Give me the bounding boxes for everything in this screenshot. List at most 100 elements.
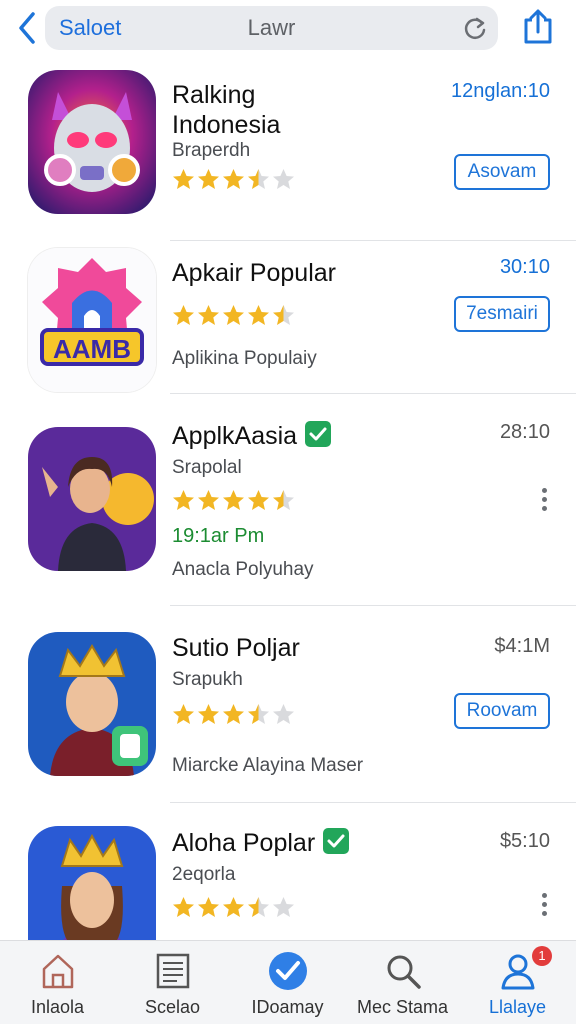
app-subtitle: Braperdh — [172, 140, 251, 161]
crowned-character-icon — [28, 632, 156, 776]
divider — [170, 605, 576, 606]
star-icon — [273, 897, 294, 917]
verified-badge-icon — [323, 828, 350, 854]
tab-label: Inlaola — [30, 997, 85, 1017]
app-icon-hero[interactable] — [28, 427, 156, 571]
app-row[interactable]: Aloha Poplar 2eqorla $5:10 — [0, 804, 576, 946]
tab-profile[interactable]: 1 Llalaye — [460, 941, 575, 1024]
star-rating — [172, 168, 295, 194]
star-icon — [223, 704, 244, 724]
star-rating — [172, 896, 295, 922]
star-icon — [173, 897, 194, 917]
tab-label: IDoamay — [251, 997, 324, 1017]
install-button[interactable]: 7esmairi — [454, 296, 550, 332]
app-icon-robot[interactable] — [28, 70, 156, 214]
star-icon — [173, 704, 194, 724]
app-time: 12nglan:10 — [451, 80, 550, 102]
app-name-text: Aloha Poplar — [172, 829, 316, 857]
chevron-left-icon — [19, 12, 35, 44]
star-icon — [173, 169, 194, 189]
star-icon — [223, 169, 244, 189]
app-row[interactable]: ApplkAasia Srapolal 19:1ar Pm Anacla Pol… — [0, 395, 576, 605]
star-icon — [198, 897, 219, 917]
star-icon — [223, 490, 244, 510]
star-icon — [198, 305, 219, 325]
app-time: $5:10 — [499, 830, 550, 852]
star-icon — [273, 490, 294, 510]
search-icon — [387, 955, 421, 989]
star-rating — [172, 489, 295, 515]
star-icon — [248, 704, 269, 724]
app-name-text: ApplkAasia — [172, 422, 298, 450]
robot-mask-icon — [28, 70, 156, 214]
tab-check[interactable]: IDoamay — [230, 941, 345, 1024]
notification-badge: 1 — [532, 946, 552, 966]
app-subtitle: Srapolal — [172, 457, 242, 478]
app-name: Ralking Indonesia — [172, 80, 280, 140]
back-button[interactable] — [12, 10, 42, 46]
app-name: ApplkAasia — [172, 421, 332, 451]
check-circle-icon — [268, 952, 307, 990]
app-description: Aplikina Populaiy — [172, 348, 317, 369]
tab-label: Mec Stama — [356, 997, 449, 1017]
app-icon-queen[interactable] — [28, 826, 156, 946]
tab-label: Scelao — [144, 997, 201, 1017]
app-time: $4:1M — [494, 635, 550, 657]
star-icon — [173, 490, 194, 510]
list-icon — [156, 953, 189, 989]
more-options-icon[interactable] — [538, 485, 550, 517]
app-description: Anacla Polyuhay — [172, 559, 314, 580]
app-time: 30:10 — [499, 256, 550, 278]
star-rating — [172, 304, 295, 330]
aamb-logo-icon: AAMB — [28, 248, 156, 392]
app-row[interactable]: Ralking Indonesia Braperdh 12nglan:10 As… — [0, 60, 576, 235]
divider — [170, 240, 576, 241]
app-icon-text: AAMB — [53, 334, 131, 364]
star-icon — [248, 490, 269, 510]
star-icon — [248, 305, 269, 325]
tab-home[interactable]: Inlaola — [0, 941, 115, 1024]
star-icon — [198, 490, 219, 510]
app-icon-king[interactable] — [28, 632, 156, 776]
install-button[interactable]: Roovam — [454, 693, 550, 729]
tab-search[interactable]: Mec Stama — [345, 941, 460, 1024]
star-icon — [198, 169, 219, 189]
star-icon — [173, 305, 194, 325]
app-name: Apkair Popular — [172, 259, 336, 287]
app-name-line1: Ralking — [172, 81, 256, 109]
app-subtitle: 2eqorla — [172, 864, 236, 885]
tab-bar: Inlaola Scelao IDoamay Mec Stama 1 Llala… — [0, 940, 576, 1024]
star-icon — [248, 169, 269, 189]
app-subtitle: Srapukh — [172, 669, 243, 690]
install-button[interactable]: Asovam — [454, 154, 550, 190]
star-icon — [273, 704, 294, 724]
more-options-icon[interactable] — [538, 890, 550, 922]
app-name: Sutio Poljar — [172, 634, 300, 662]
tab-list[interactable]: Scelao — [115, 941, 230, 1024]
crowned-woman-icon — [28, 826, 156, 946]
divider — [170, 802, 576, 803]
app-row[interactable]: Sutio Poljar Srapukh Miarcke Alayina Mas… — [0, 607, 576, 802]
app-description: Miarcke Alayina Maser — [172, 755, 364, 776]
address-bar[interactable]: Saloet Lawr — [45, 6, 498, 50]
app-icon-aamb[interactable]: AAMB — [28, 248, 156, 392]
status-text: 19:1ar Pm — [172, 525, 265, 547]
star-icon — [223, 305, 244, 325]
star-icon — [248, 897, 269, 917]
star-icon — [223, 897, 244, 917]
star-icon — [198, 704, 219, 724]
app-row[interactable]: AAMB Apkair Popular Aplikina Populaiy 30… — [0, 242, 576, 392]
app-name: Aloha Poplar — [172, 828, 350, 858]
divider — [170, 393, 576, 394]
tab-label: Llalaye — [488, 997, 547, 1017]
home-icon — [42, 954, 73, 989]
hero-character-icon — [28, 427, 156, 571]
refresh-icon[interactable] — [462, 15, 488, 41]
verified-badge-icon — [305, 421, 332, 447]
app-time: 28:10 — [499, 421, 550, 443]
search-left-text: Saloet — [59, 15, 122, 40]
star-icon — [273, 305, 294, 325]
top-bar: Saloet Lawr — [0, 0, 576, 58]
share-icon[interactable] — [520, 8, 556, 46]
star-icon — [273, 169, 294, 189]
